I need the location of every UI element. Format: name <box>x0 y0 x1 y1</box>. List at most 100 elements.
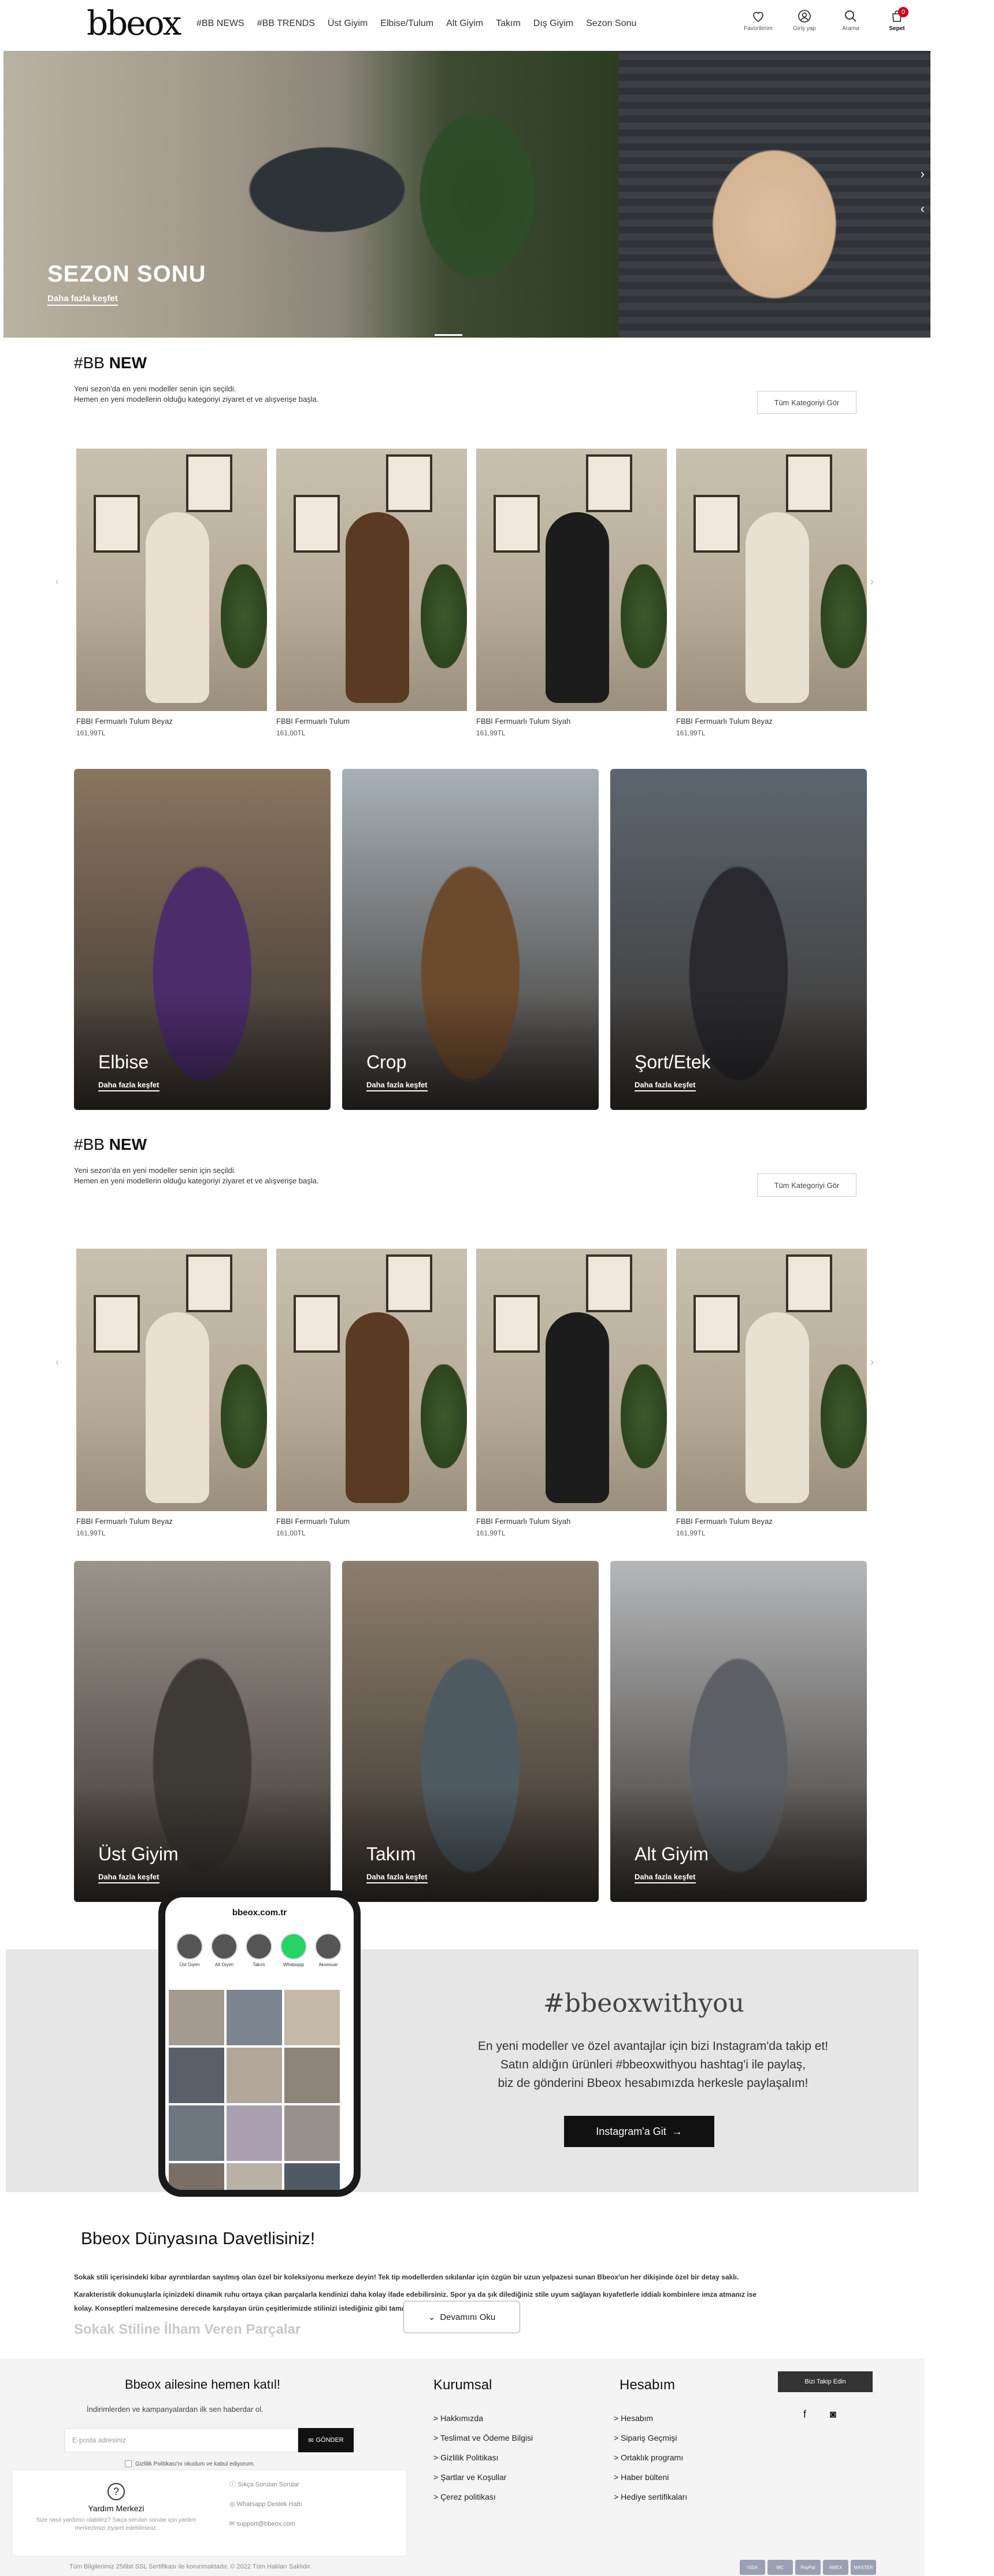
footer-link[interactable]: > Sipariş Geçmişi <box>614 2428 687 2448</box>
product-card[interactable]: FBBI Fermuarlı Tulum Siyah 161,99TL <box>476 1249 667 1537</box>
product-name[interactable]: FBBI Fermuarlı Tulum Siyah <box>476 1517 667 1526</box>
hero-banner[interactable]: SEZON SONU Daha fazla keşfet › ‹ <box>3 51 930 338</box>
instagram-post-thumbnail[interactable] <box>169 2105 224 2161</box>
view-all-category-button[interactable]: Tüm Kategoriyi Gör <box>757 1174 856 1197</box>
newsletter-email-input[interactable]: E-posta adresiniz <box>65 2428 298 2452</box>
category-discover-link[interactable]: Daha fazla keşfet <box>366 1080 428 1091</box>
category-card[interactable]: Elbise Daha fazla keşfet <box>74 769 331 1110</box>
nav-item[interactable]: #BB TRENDS <box>257 18 315 29</box>
chevron-left-icon[interactable]: ‹ <box>921 201 925 216</box>
instagram-post-thumbnail[interactable] <box>227 2105 282 2161</box>
instagram-post-thumbnail[interactable] <box>169 1990 224 2045</box>
product-name[interactable]: FBBI Fermuarlı Tulum Beyaz <box>76 1517 267 1526</box>
instagram-post-thumbnail[interactable] <box>284 1990 340 2045</box>
footer-link[interactable]: > Çerez politikası <box>433 2487 533 2507</box>
category-card[interactable]: Üst Giyim Daha fazla keşfet <box>74 1561 331 1902</box>
instagram-post-thumbnail[interactable] <box>284 2105 340 2161</box>
product-image[interactable] <box>76 1249 267 1511</box>
follow-us-button[interactable]: Bizi Takip Edin <box>778 2371 873 2392</box>
nav-item[interactable]: Takım <box>496 18 521 29</box>
category-card[interactable]: Alt Giyim Daha fazla keşfet <box>610 1561 867 1902</box>
category-discover-link[interactable]: Daha fazla keşfet <box>635 1872 696 1883</box>
product-card[interactable]: FBBI Fermuarlı Tulum 161,00TL <box>276 1249 467 1537</box>
product-name[interactable]: FBBI Fermuarlı Tulum Beyaz <box>676 1517 867 1526</box>
product-image[interactable] <box>676 449 867 711</box>
footer-link[interactable]: > Haber bülteni <box>614 2467 687 2487</box>
instagram-post-thumbnail[interactable] <box>284 2163 340 2190</box>
product-name[interactable]: FBBI Fermuarlı Tulum Beyaz <box>676 717 867 726</box>
nav-item[interactable]: Dış Giyim <box>533 18 573 29</box>
cart-button[interactable]: Sepet 0 <box>881 7 913 32</box>
nav-item[interactable]: Sezon Sonu <box>586 18 636 29</box>
hero-discover-link[interactable]: Daha fazla keşfet <box>47 294 118 306</box>
help-link-whatsapp[interactable]: ◎ Whatsapp Destek Hattı <box>229 2494 302 2514</box>
search-button[interactable]: Arama <box>834 9 867 32</box>
product-name[interactable]: FBBI Fermuarlı Tulum <box>276 1517 467 1526</box>
footer-link[interactable]: > Hakkımızda <box>433 2408 533 2428</box>
instagram-icon[interactable]: ◙ <box>830 2408 836 2420</box>
product-image[interactable] <box>276 1249 467 1511</box>
instagram-post-thumbnail[interactable] <box>227 2048 282 2103</box>
favorites-button[interactable]: Favorilerim <box>742 9 774 32</box>
login-button[interactable]: Giriş yap <box>788 9 821 32</box>
category-card[interactable]: Takım Daha fazla keşfet <box>342 1561 599 1902</box>
slider-indicator[interactable] <box>435 334 462 336</box>
instagram-go-button[interactable]: Instagram'a Git → <box>564 2116 714 2147</box>
product-name[interactable]: FBBI Fermuarlı Tulum Siyah <box>476 717 667 726</box>
product-image[interactable] <box>76 449 267 711</box>
product-card[interactable]: FBBI Fermuarlı Tulum Beyaz 161,99TL <box>676 1249 867 1537</box>
footer-link[interactable]: > Teslimat ve Ödeme Bilgisi <box>433 2428 533 2448</box>
chevron-left-icon[interactable]: ‹ <box>55 1356 59 1368</box>
story-bubble[interactable] <box>280 1933 307 1960</box>
footer-link[interactable]: > Hesabım <box>614 2408 687 2428</box>
footer-link[interactable]: > Gizlilik Politikası <box>433 2448 533 2467</box>
chevron-left-icon[interactable]: ‹ <box>55 576 59 588</box>
category-card[interactable]: Şort/Etek Daha fazla keşfet <box>610 769 867 1110</box>
story-bubble[interactable] <box>176 1933 203 1960</box>
nav-item[interactable]: Elbise/Tulum <box>380 18 433 29</box>
product-name[interactable]: FBBI Fermuarlı Tulum <box>276 717 467 726</box>
logo[interactable]: bbeox <box>87 6 181 40</box>
instagram-post-thumbnail[interactable] <box>284 2048 340 2103</box>
nav-item[interactable]: Alt Giyim <box>446 18 483 29</box>
product-image[interactable] <box>276 449 467 711</box>
product-name[interactable]: FBBI Fermuarlı Tulum Beyaz <box>76 717 267 726</box>
product-card[interactable]: FBBI Fermuarlı Tulum Siyah 161,99TL <box>476 449 667 737</box>
product-image[interactable] <box>676 1249 867 1511</box>
help-center[interactable]: ? Yardım Merkezi Size nasıl yardımcı ola… <box>12 2470 220 2557</box>
read-more-button[interactable]: ⌄ Devamını Oku <box>403 2301 520 2333</box>
story-bubble[interactable] <box>246 1933 272 1960</box>
help-link-email[interactable]: ✉ support@bbeox.com <box>229 2514 302 2534</box>
category-discover-link[interactable]: Daha fazla keşfet <box>635 1080 696 1091</box>
nav-item[interactable]: Üst Giyim <box>328 18 368 29</box>
footer-link[interactable]: > Hediye sertifikaları <box>614 2487 687 2507</box>
category-discover-link[interactable]: Daha fazla keşfet <box>98 1080 160 1091</box>
product-card[interactable]: FBBI Fermuarlı Tulum Beyaz 161,99TL <box>76 449 267 737</box>
instagram-post-thumbnail[interactable] <box>169 2163 224 2190</box>
product-card[interactable]: FBBI Fermuarlı Tulum Beyaz 161,99TL <box>76 1249 267 1537</box>
story-bubble[interactable] <box>315 1933 342 1960</box>
chevron-right-icon[interactable]: › <box>870 1356 874 1368</box>
instagram-post-thumbnail[interactable] <box>227 1990 282 2045</box>
help-link-faq[interactable]: ⓘ Sıkça Sorulan Sorular <box>229 2475 302 2494</box>
category-discover-link[interactable]: Daha fazla keşfet <box>366 1872 428 1883</box>
category-discover-link[interactable]: Daha fazla keşfet <box>98 1872 160 1883</box>
product-card[interactable]: FBBI Fermuarlı Tulum Beyaz 161,99TL <box>676 449 867 737</box>
category-card[interactable]: Crop Daha fazla keşfet <box>342 769 599 1110</box>
instagram-post-thumbnail[interactable] <box>169 2048 224 2103</box>
footer-link[interactable]: > Ortaklık programı <box>614 2448 687 2467</box>
privacy-checkbox-row[interactable]: Gizlilik Politikası'nı okudum ve kabul e… <box>125 2460 255 2467</box>
facebook-icon[interactable]: f <box>803 2408 806 2420</box>
story-bubble[interactable] <box>211 1933 238 1960</box>
view-all-category-button[interactable]: Tüm Kategoriyi Gör <box>757 391 856 414</box>
chevron-right-icon[interactable]: › <box>870 576 874 588</box>
nav-item[interactable]: #BB NEWS <box>196 18 244 29</box>
newsletter-submit-button[interactable]: ✉ GÖNDER <box>298 2428 354 2452</box>
privacy-checkbox[interactable] <box>125 2460 132 2467</box>
footer-link[interactable]: > Şartlar ve Koşullar <box>433 2467 533 2487</box>
chevron-right-icon[interactable]: › <box>921 166 925 182</box>
product-image[interactable] <box>476 1249 667 1511</box>
product-card[interactable]: FBBI Fermuarlı Tulum 161,00TL <box>276 449 467 737</box>
product-image[interactable] <box>476 449 667 711</box>
instagram-post-thumbnail[interactable] <box>227 2163 282 2190</box>
